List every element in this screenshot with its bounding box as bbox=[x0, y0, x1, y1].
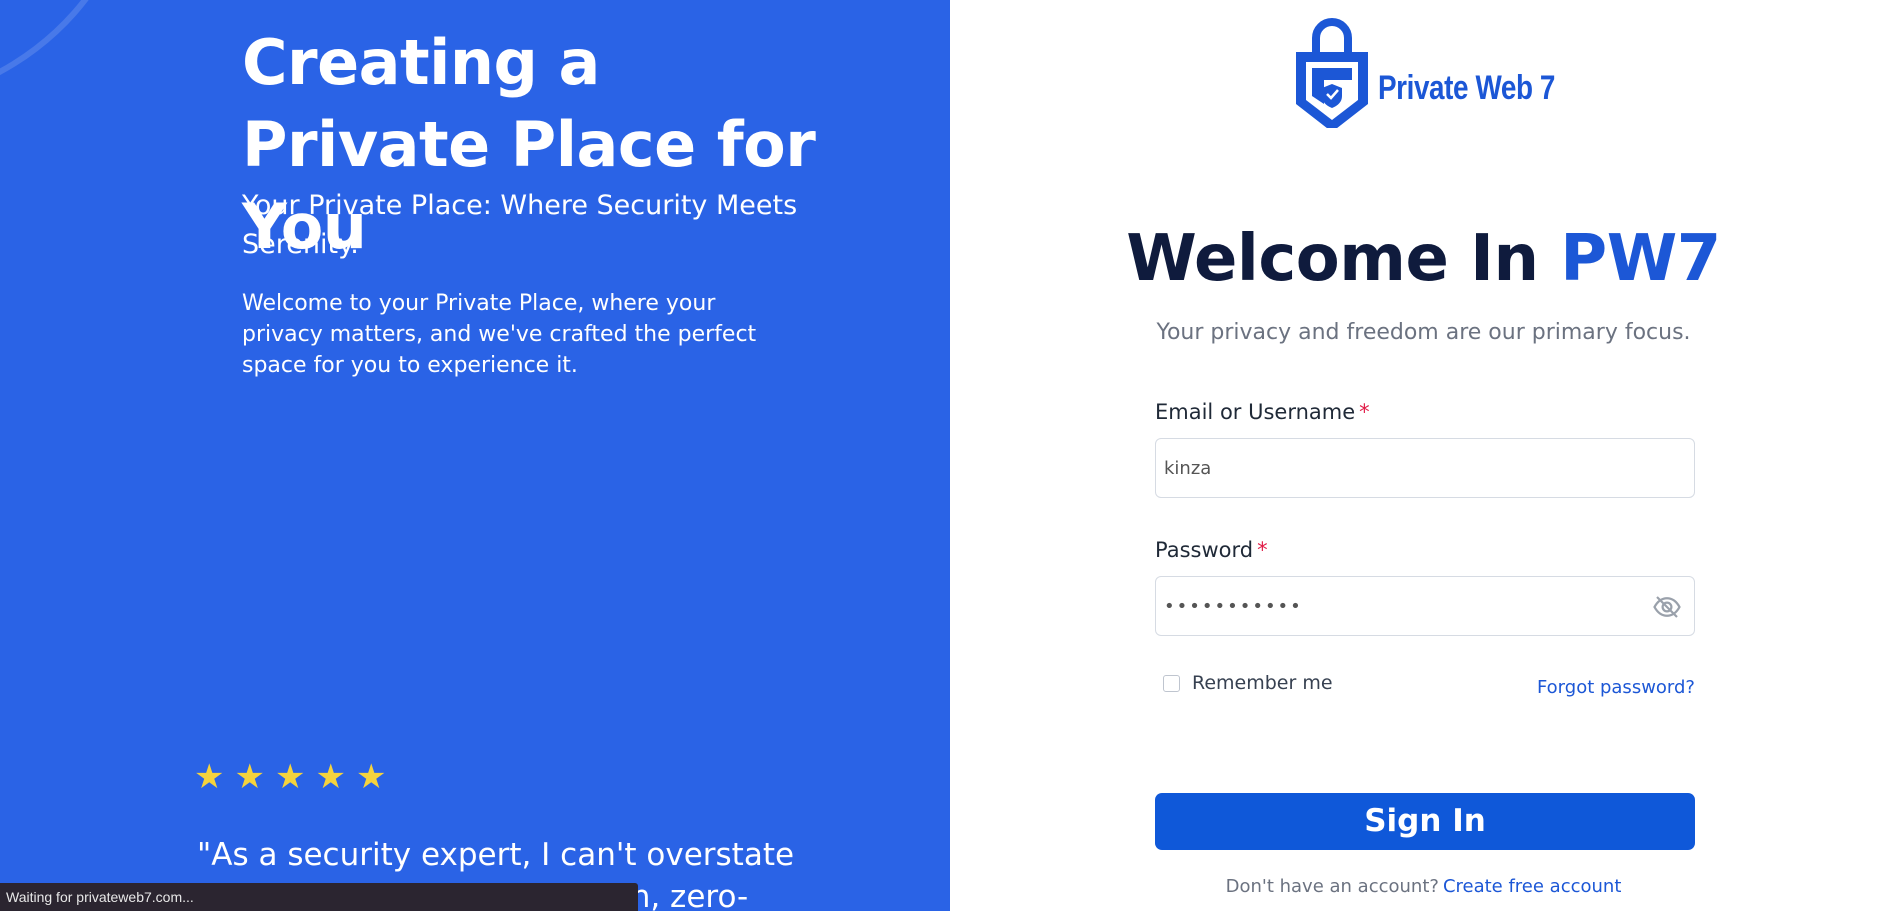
welcome-accent: PW7 bbox=[1560, 222, 1721, 296]
create-account-link[interactable]: Create free account bbox=[1443, 876, 1621, 897]
decorative-arc bbox=[0, 0, 140, 110]
star-icon: ★ bbox=[234, 757, 265, 797]
star-icon: ★ bbox=[194, 757, 225, 797]
required-mark: * bbox=[1359, 400, 1370, 424]
page: Creating a Private Place for You Your Pr… bbox=[0, 0, 1897, 911]
login-panel: Private Web 7 Welcome In PW7 Your privac… bbox=[950, 0, 1897, 911]
welcome-tagline: Your privacy and freedom are our primary… bbox=[1156, 320, 1691, 345]
eye-slash-icon[interactable] bbox=[1652, 592, 1682, 622]
email-input[interactable]: kinza bbox=[1155, 438, 1695, 498]
rating-stars: ★ ★ ★ ★ ★ bbox=[194, 757, 386, 797]
browser-status-bar: Waiting for privateweb7.com... bbox=[0, 883, 638, 911]
email-input-value: kinza bbox=[1164, 457, 1212, 479]
password-label: Password * bbox=[1155, 538, 1268, 562]
password-input[interactable]: ••••••••••• bbox=[1155, 576, 1695, 636]
password-input-value: ••••••••••• bbox=[1164, 595, 1303, 617]
star-icon: ★ bbox=[274, 757, 306, 797]
form-options: Remember me Forgot password? bbox=[1155, 666, 1695, 700]
required-mark: * bbox=[1257, 538, 1268, 562]
email-label: Email or Username * bbox=[1155, 400, 1370, 424]
brand-name: Private Web 7 bbox=[1378, 69, 1556, 107]
no-account-text: Don't have an account? bbox=[1225, 876, 1439, 897]
email-label-text: Email or Username bbox=[1155, 400, 1356, 424]
remember-me-checkbox[interactable] bbox=[1163, 674, 1180, 692]
star-icon: ★ bbox=[315, 757, 346, 797]
signup-prompt: Don't have an account? Create free accoun… bbox=[950, 876, 1897, 897]
welcome-prefix: Welcome In bbox=[1126, 222, 1561, 296]
sign-in-button[interactable]: Sign In bbox=[1155, 793, 1695, 850]
welcome-heading: Welcome In PW7 bbox=[950, 222, 1897, 296]
padlock-shield-icon bbox=[1296, 18, 1368, 128]
hero-subtitle: Your Private Place: Where Security Meets… bbox=[242, 190, 798, 260]
star-icon: ★ bbox=[355, 757, 387, 797]
remember-me[interactable]: Remember me bbox=[1155, 672, 1333, 694]
password-label-text: Password bbox=[1155, 538, 1254, 562]
hero-body: Welcome to your Private Place, where you… bbox=[242, 291, 757, 378]
email-field-group: Email or Username * kinza bbox=[1155, 400, 1695, 498]
forgot-password-link[interactable]: Forgot password? bbox=[1537, 677, 1695, 698]
password-field-group: Password * ••••••••••• bbox=[1155, 538, 1695, 636]
hero-panel: Creating a Private Place for You Your Pr… bbox=[0, 0, 950, 911]
remember-me-label: Remember me bbox=[1192, 672, 1333, 694]
login-form: Email or Username * kinza Password * •••••… bbox=[1155, 400, 1695, 700]
brand-logo[interactable]: Private Web 7 bbox=[1292, 8, 1594, 128]
